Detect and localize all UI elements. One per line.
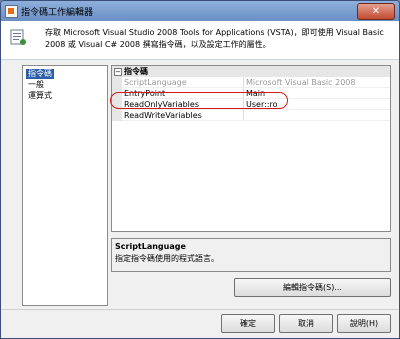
page-nav-list: 指令碼 一般 運算式: [22, 65, 108, 306]
property-description-panel: ScriptLanguage 指定指令碼使用的程式語言。: [111, 238, 391, 272]
header-description: 存取 Microsoft Visual Studio 2008 Tools fo…: [45, 28, 384, 49]
property-grid: − 指令碼 ScriptLanguage Microsoft Visual Ba…: [111, 65, 391, 232]
content-area: 指令碼 一般 運算式 − 指令碼 ScriptLanguage Microsof…: [1, 60, 399, 310]
description-text: 指定指令碼使用的程式語言。: [115, 254, 219, 263]
nav-item-expressions[interactable]: 運算式: [26, 91, 54, 101]
title-bar: 指令碼工作編輯器 ✕: [1, 1, 399, 21]
collapse-icon[interactable]: −: [114, 68, 122, 76]
header-panel: 存取 Microsoft Visual Studio 2008 Tools fo…: [1, 21, 399, 60]
close-button[interactable]: ✕: [357, 3, 395, 20]
description-title: ScriptLanguage: [115, 242, 186, 251]
grid-category-header: − 指令碼: [112, 66, 390, 77]
ok-button[interactable]: 確定: [221, 314, 275, 333]
annotation-highlight-ring: [110, 92, 288, 109]
nav-item-general[interactable]: 一般: [26, 80, 46, 90]
nav-item-script[interactable]: 指令碼: [26, 69, 54, 79]
edit-script-button[interactable]: 編輯指令碼(S)...: [234, 278, 391, 297]
cancel-button[interactable]: 取消: [279, 314, 333, 333]
property-row-readwritevariables[interactable]: ReadWriteVariables: [112, 110, 390, 121]
script-task-icon: [10, 29, 26, 45]
app-icon: [5, 5, 18, 18]
category-label: 指令碼: [124, 67, 148, 76]
help-button[interactable]: 說明(H): [337, 314, 391, 333]
window-title: 指令碼工作編輯器: [21, 8, 94, 18]
property-row-scriptlanguage[interactable]: ScriptLanguage Microsoft Visual Basic 20…: [112, 77, 390, 88]
script-task-editor-window: 指令碼工作編輯器 ✕ 存取 Microsoft Visual Studio 20…: [0, 0, 400, 339]
footer: 確定 取消 說明(H): [1, 309, 399, 338]
